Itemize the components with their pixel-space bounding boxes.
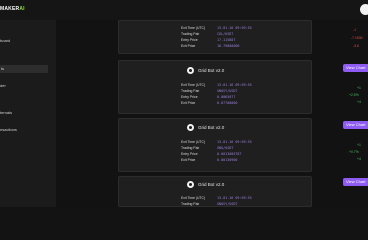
pnl-amount: +4 — [357, 157, 361, 161]
pnl-amount: +4 — [357, 100, 361, 104]
exit-price-value: 0.00130900 — [217, 158, 238, 162]
pnl-percent: +0.7% — [349, 150, 359, 154]
exit-time-value: 13-01-16 09:59:55 — [217, 140, 252, 144]
entry-price-value: 0.0065077 — [217, 95, 236, 99]
avatar[interactable] — [360, 4, 368, 15]
brand-name: MAKER — [0, 6, 20, 12]
bot-card — [118, 20, 312, 54]
exit-time-value: 13-01-16 09:59:55 — [217, 196, 252, 200]
bot-icon — [187, 124, 194, 131]
exit-price-label: Exit Price — [181, 44, 196, 48]
trading-pair-label: Trading Pair — [181, 202, 200, 206]
trading-pair-value: COL/USDT — [217, 32, 234, 36]
bot-title: Grid Bot v2.0 — [198, 182, 225, 187]
entry-price-label: Entry Price — [181, 38, 198, 42]
sidebar-item-label: nsactions — [0, 127, 17, 132]
trading-pair-value: GNO/USDT — [217, 146, 234, 150]
exit-time-label: Exit Time (UTC) — [181, 196, 206, 200]
sidebar-item-label: ts — [1, 66, 5, 71]
view-chart-button[interactable]: View Chart — [343, 178, 368, 186]
bot-card — [118, 176, 312, 207]
pnl-percent: -7.1530 — [351, 36, 363, 40]
exit-time-value: 13-01-16 09:59:55 — [217, 83, 252, 87]
top-bar: MAKERAI — [0, 0, 368, 20]
sidebar: board ts der ternals nsactions — [0, 20, 56, 207]
pnl-value: -1 — [353, 28, 357, 32]
sidebar-item-label: ternals — [0, 110, 13, 115]
trading-pair-label: Trading Pair — [181, 89, 200, 93]
bot-icon — [187, 67, 194, 74]
entry-price-value: 17.115807 — [217, 38, 236, 42]
bot-icon — [187, 181, 194, 188]
sidebar-item-dashboard[interactable]: board — [0, 38, 10, 43]
exit-price-label: Exit Price — [181, 158, 196, 162]
trading-pair-value: GNOSY/USDT — [217, 89, 238, 93]
sidebar-item-order[interactable]: der — [0, 83, 6, 88]
bot-title: Grid Bot v2.0 — [198, 68, 225, 73]
exit-time-label: Exit Time (UTC) — [181, 140, 206, 144]
exit-time-value: 13-01-16 09:59:55 — [217, 26, 252, 30]
pnl-amount: -3.6 — [353, 44, 359, 48]
exit-price-label: Exit Price — [181, 101, 196, 105]
bot-title: Grid Bot v2.0 — [198, 125, 225, 130]
entry-price-label: Entry Price — [181, 95, 198, 99]
pnl-value: +1 — [357, 143, 361, 147]
pnl-percent: +2.5% — [349, 93, 359, 97]
pnl-value: +1 — [357, 86, 361, 90]
exit-price-value: 16.79800000 — [217, 44, 240, 48]
entry-price-label: Entry Price — [181, 152, 198, 156]
trading-pair-label: Trading Pair — [181, 146, 200, 150]
sidebar-item-transactions[interactable]: nsactions — [0, 127, 17, 132]
sidebar-item-label: der — [0, 83, 6, 88]
sidebar-item-referrals[interactable]: ternals — [0, 110, 12, 115]
sidebar-item-bots[interactable]: ts — [0, 65, 48, 73]
exit-price-value: 0.07700000 — [217, 101, 238, 105]
exit-time-label: Exit Time (UTC) — [181, 26, 206, 30]
entry-price-value: 0.0013005787 — [217, 152, 242, 156]
brand-logo[interactable]: MAKERAI — [0, 6, 25, 12]
trading-pair-value: GNOSY/USDT — [217, 202, 238, 206]
exit-time-label: Exit Time (UTC) — [181, 83, 206, 87]
view-chart-button[interactable]: View Chart — [343, 64, 368, 72]
sidebar-item-label: board — [0, 38, 11, 43]
view-chart-button[interactable]: View Chart — [343, 121, 368, 129]
trading-pair-label: Trading Pair — [181, 32, 200, 36]
brand-ai-tag: AI — [19, 6, 25, 12]
